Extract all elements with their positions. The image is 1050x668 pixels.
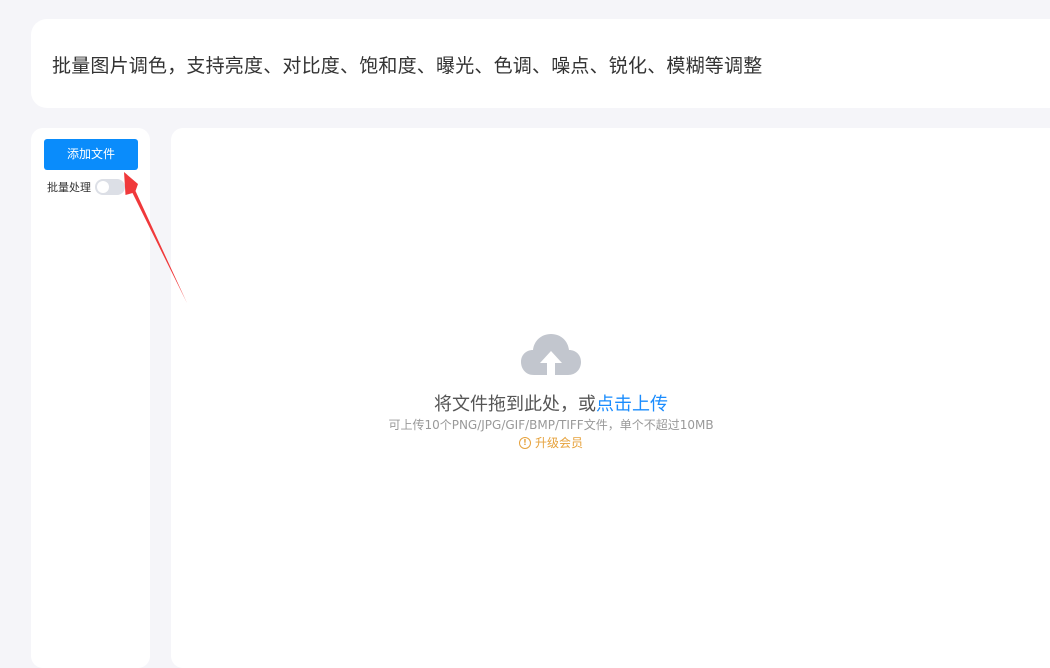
upload-hint: 可上传10个PNG/JPG/GIF/BMP/TIFF文件，单个不超过10MB <box>388 418 714 432</box>
warning-circle-icon: ! <box>518 436 531 449</box>
drop-prompt-text: 将文件拖到此处，或 <box>434 394 596 415</box>
batch-processing-row: 批量处理 <box>47 178 125 196</box>
header-card: 批量图片调色，支持亮度、对比度、饱和度、曝光、色调、噪点、锐化、模糊等调整 <box>31 19 1050 108</box>
toggle-knob <box>97 181 109 193</box>
batch-processing-label: 批量处理 <box>47 181 91 194</box>
click-upload-link[interactable]: 点击上传 <box>596 394 668 415</box>
upgrade-member-label: 升级会员 <box>534 436 583 450</box>
drop-prompt: 将文件拖到此处，或点击上传 <box>0 390 1050 416</box>
tool-description: 批量图片调色，支持亮度、对比度、饱和度、曝光、色调、噪点、锐化、模糊等调整 <box>52 55 763 77</box>
batch-processing-toggle[interactable] <box>95 179 125 195</box>
add-file-button[interactable]: 添加文件 <box>44 139 138 170</box>
cloud-upload-icon[interactable] <box>520 331 582 379</box>
upgrade-member-link[interactable]: ! 升级会员 <box>0 434 1050 451</box>
